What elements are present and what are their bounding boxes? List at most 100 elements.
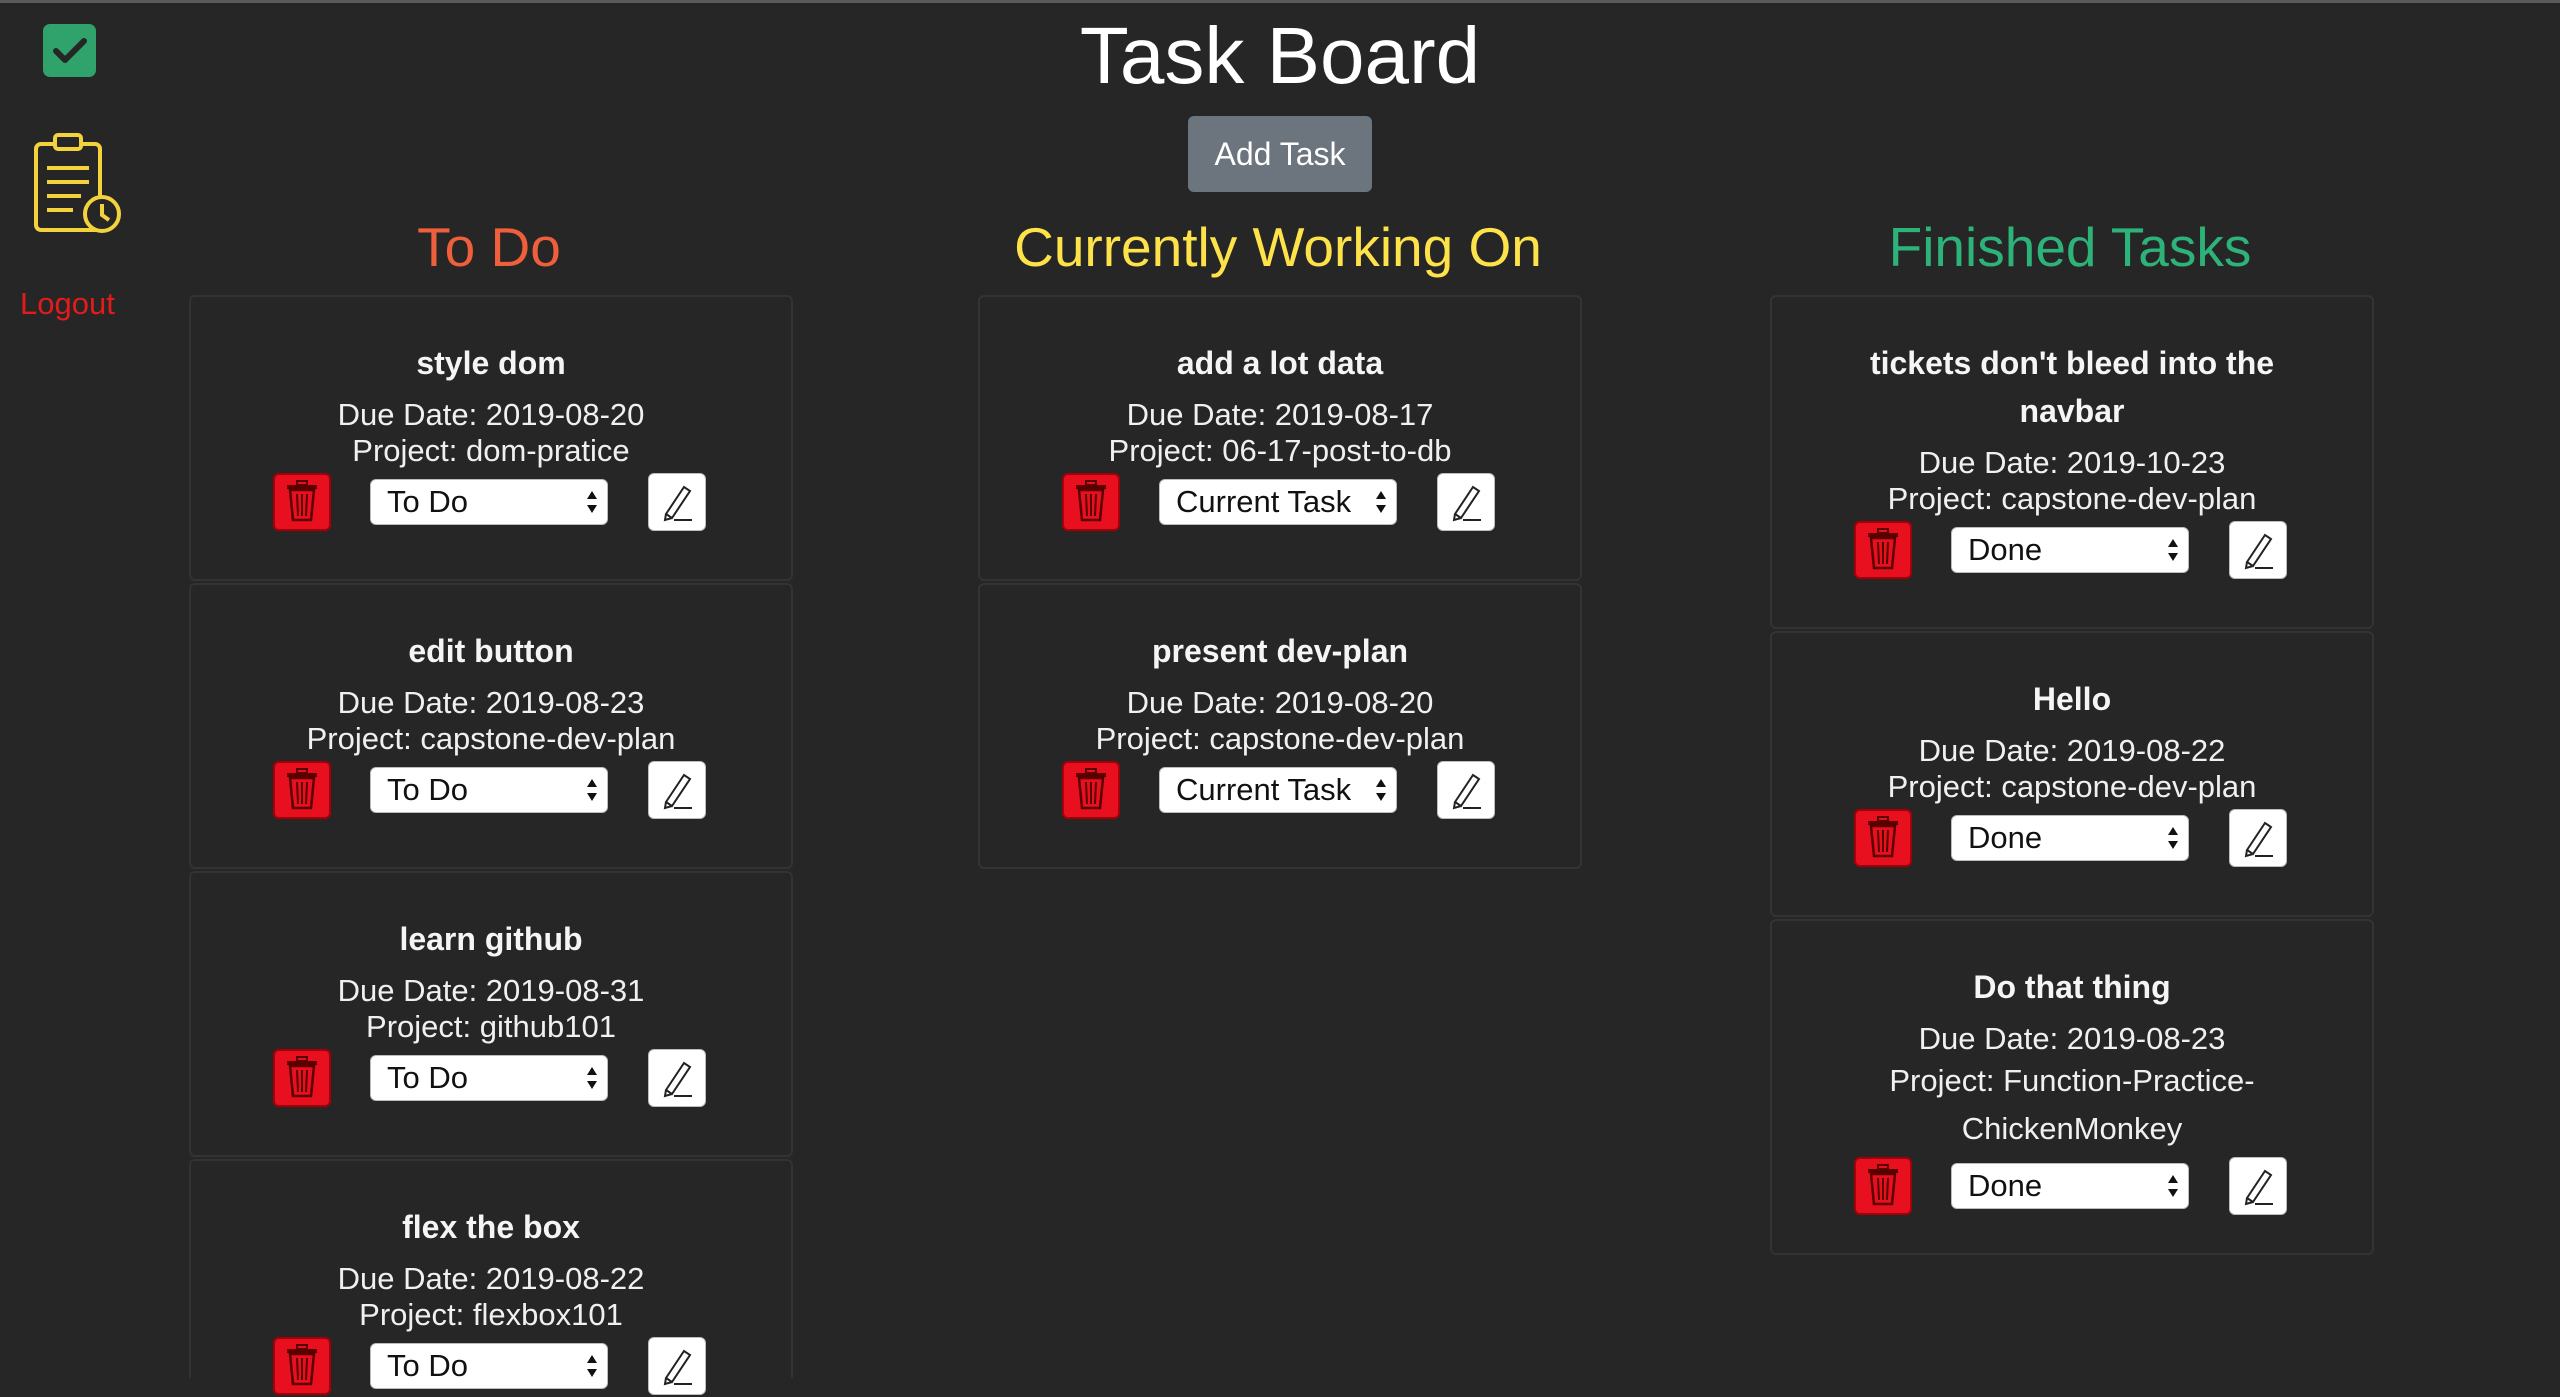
task-due-date: Due Date: 2019-08-23: [1918, 1021, 2226, 1056]
select-arrows-icon: [2168, 539, 2178, 561]
status-select[interactable]: To Do: [370, 1343, 608, 1389]
delete-button[interactable]: [1062, 761, 1120, 819]
delete-button[interactable]: [273, 473, 331, 531]
task-card: edit button Due Date: 2019-08-23 Project…: [189, 583, 793, 869]
pencil-icon: [2237, 1164, 2279, 1209]
pencil-icon: [656, 1344, 698, 1389]
delete-button[interactable]: [1062, 473, 1120, 531]
task-project: Project: dom-pratice: [352, 433, 630, 468]
task-due-date: Due Date: 2019-08-23: [337, 685, 645, 720]
task-card: add a lot data Due Date: 2019-08-17 Proj…: [978, 295, 1582, 581]
task-due-date: Due Date: 2019-08-22: [337, 1261, 645, 1296]
task-controls: To Do: [191, 1049, 791, 1109]
task-controls: To Do: [191, 1337, 791, 1397]
pencil-icon: [1445, 768, 1487, 813]
status-select[interactable]: To Do: [370, 479, 608, 525]
logout-link[interactable]: Logout: [20, 286, 115, 322]
task-project: Project: Function-Practice-: [1889, 1063, 2255, 1098]
status-value: Current Task: [1176, 484, 1352, 519]
delete-button[interactable]: [273, 1049, 331, 1107]
edit-button[interactable]: [1437, 473, 1495, 531]
select-arrows-icon: [587, 491, 597, 513]
trash-icon: [284, 479, 320, 525]
task-title: present dev-plan: [1151, 633, 1409, 669]
column-title-done: Finished Tasks: [1888, 216, 2252, 278]
status-select[interactable]: To Do: [370, 767, 608, 813]
delete-button[interactable]: [1854, 809, 1912, 867]
trash-icon: [1865, 1163, 1901, 1209]
task-project: Project: capstone-dev-plan: [1887, 769, 2257, 804]
select-arrows-icon: [587, 779, 597, 801]
select-arrows-icon: [587, 1067, 597, 1089]
status-select[interactable]: Done: [1951, 1163, 2189, 1209]
task-project: Project: capstone-dev-plan: [1095, 721, 1465, 756]
delete-button[interactable]: [1854, 1157, 1912, 1215]
task-title: Do that thing: [1973, 969, 2171, 1005]
status-select[interactable]: Done: [1951, 815, 2189, 861]
status-value: Current Task: [1176, 772, 1352, 807]
trash-icon: [284, 1055, 320, 1101]
edit-button[interactable]: [648, 1337, 706, 1395]
pencil-icon: [1445, 480, 1487, 525]
status-select[interactable]: Current Task: [1159, 479, 1397, 525]
task-card: learn github Due Date: 2019-08-31 Projec…: [189, 871, 793, 1157]
column-title-working: Currently Working On: [1014, 216, 1542, 278]
pencil-icon: [656, 480, 698, 525]
task-project: Project: 06-17-post-to-db: [1108, 433, 1452, 468]
task-project: Project: capstone-dev-plan: [306, 721, 676, 756]
status-value: Done: [1968, 532, 2043, 567]
task-card: Hello Due Date: 2019-08-22 Project: caps…: [1770, 631, 2374, 917]
task-title: flex the box: [402, 1209, 580, 1245]
status-value: Done: [1968, 1168, 2043, 1203]
task-controls: To Do: [191, 761, 791, 821]
delete-button[interactable]: [1854, 521, 1912, 579]
pencil-icon: [656, 768, 698, 813]
task-title: tickets don't bleed into the: [1869, 345, 2275, 381]
page-title: Task Board: [1079, 11, 1481, 100]
select-arrows-icon: [1376, 779, 1386, 801]
task-due-date: Due Date: 2019-08-20: [1126, 685, 1434, 720]
task-due-date: Due Date: 2019-08-20: [337, 397, 645, 432]
edit-button[interactable]: [1437, 761, 1495, 819]
task-due-date: Due Date: 2019-08-22: [1918, 733, 2226, 768]
edit-button[interactable]: [2229, 521, 2287, 579]
edit-button[interactable]: [648, 1049, 706, 1107]
status-value: To Do: [387, 1060, 468, 1095]
task-title: Hello: [2032, 681, 2112, 717]
task-due-date: Due Date: 2019-10-23: [1918, 445, 2226, 480]
task-card: tickets don't bleed into the navbar Due …: [1770, 295, 2374, 629]
trash-icon: [1073, 767, 1109, 813]
task-controls: To Do: [191, 473, 791, 533]
status-select[interactable]: To Do: [370, 1055, 608, 1101]
edit-button[interactable]: [2229, 1157, 2287, 1215]
top-border: [0, 0, 2560, 3]
task-controls: Done: [1772, 1157, 2372, 1217]
select-arrows-icon: [1376, 491, 1386, 513]
trash-icon: [1865, 815, 1901, 861]
edit-button[interactable]: [2229, 809, 2287, 867]
task-title-continued: navbar: [2019, 393, 2125, 429]
status-value: To Do: [387, 484, 468, 519]
edit-button[interactable]: [648, 761, 706, 819]
trash-icon: [1865, 527, 1901, 573]
pencil-icon: [656, 1056, 698, 1101]
task-controls: Done: [1772, 809, 2372, 869]
trash-icon: [1073, 479, 1109, 525]
edit-button[interactable]: [648, 473, 706, 531]
pencil-icon: [2237, 816, 2279, 861]
status-select[interactable]: Current Task: [1159, 767, 1397, 813]
delete-button[interactable]: [273, 761, 331, 819]
status-select[interactable]: Done: [1951, 527, 2189, 573]
status-value: To Do: [387, 772, 468, 807]
task-due-date: Due Date: 2019-08-31: [337, 973, 645, 1008]
task-card: Do that thing Due Date: 2019-08-23 Proje…: [1770, 919, 2374, 1255]
status-value: Done: [1968, 820, 2043, 855]
pencil-icon: [2237, 528, 2279, 573]
task-title: learn github: [399, 921, 583, 957]
delete-button[interactable]: [273, 1337, 331, 1395]
select-arrows-icon: [2168, 827, 2178, 849]
task-card: flex the box Due Date: 2019-08-22 Projec…: [189, 1159, 793, 1395]
task-card: present dev-plan Due Date: 2019-08-20 Pr…: [978, 583, 1582, 869]
task-controls: Current Task: [980, 761, 1580, 821]
add-task-button[interactable]: Add Task: [1188, 116, 1372, 192]
